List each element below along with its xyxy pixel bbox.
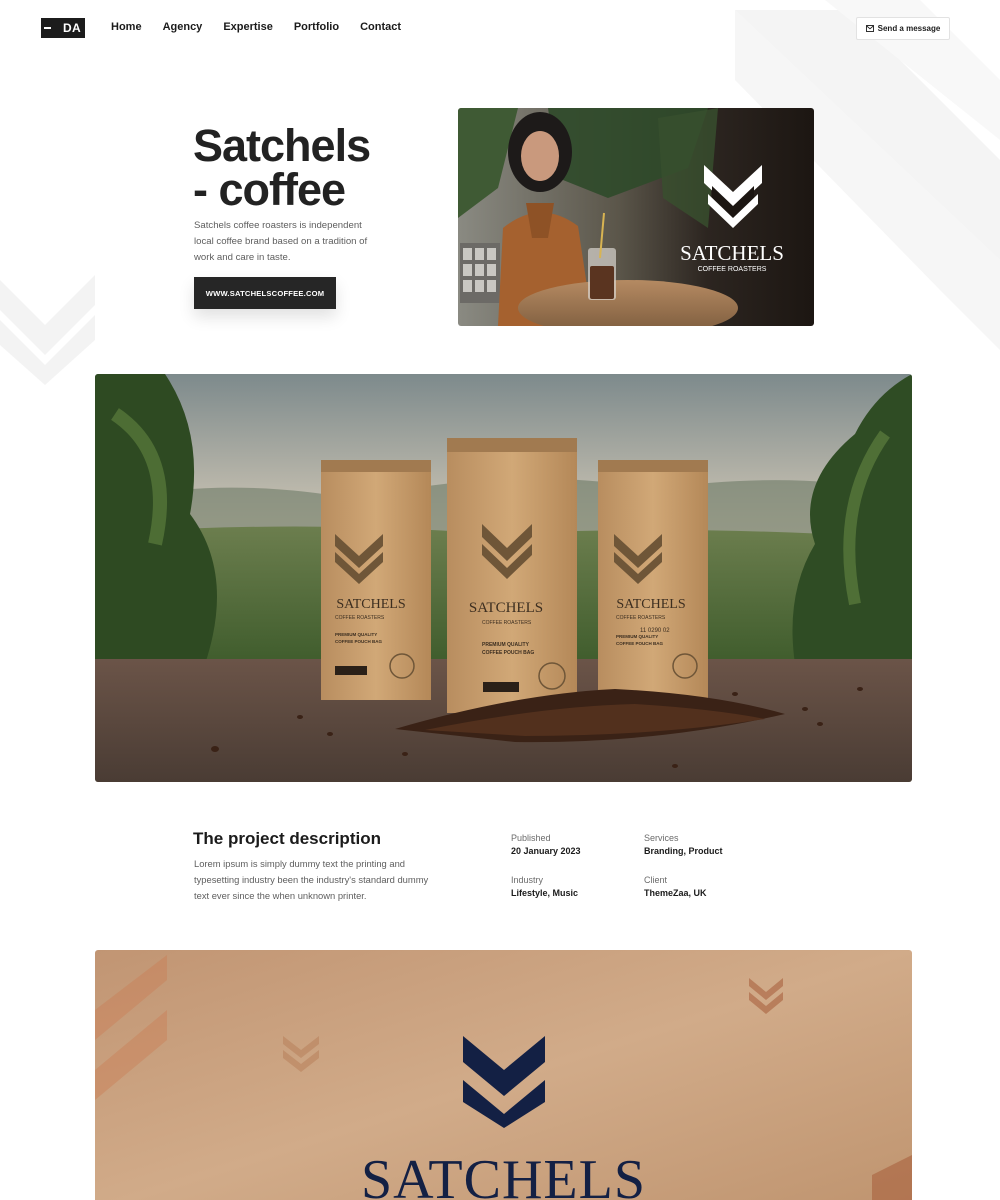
bag-right-type: COFFEE POUCH BAG	[616, 641, 664, 646]
site-logo[interactable]: DA	[41, 18, 85, 38]
hero-description: Satchels coffee roasters is independent …	[194, 220, 368, 263]
main-nav: Home Agency Expertise Portfolio Contact	[111, 21, 401, 33]
brand-wordmark: SATCHELS	[361, 1149, 646, 1200]
meta-value: 20 January 2023	[511, 846, 581, 856]
coffee-bag-center: SATCHELS COFFEE ROASTERS PREMIUM QUALITY…	[447, 438, 577, 713]
meta-value: Lifestyle, Music	[511, 888, 579, 898]
meta-published: Published 20 January 2023	[511, 832, 581, 858]
logo-text: DA	[63, 21, 81, 35]
background-chevron-decoration-left	[0, 275, 95, 385]
send-message-button[interactable]: Send a message	[856, 17, 950, 40]
nav-portfolio[interactable]: Portfolio	[294, 21, 339, 33]
project-description-text: Lorem ipsum is simply dummy text the pri…	[194, 858, 429, 901]
bag-right-sub: COFFEE ROASTERS	[616, 615, 666, 621]
nav-contact[interactable]: Contact	[360, 21, 401, 33]
website-link-button[interactable]: WWW.SATCHELSCOFFEE.COM	[194, 277, 336, 309]
logo-dash	[44, 27, 51, 29]
product-photo: SATCHELS COFFEE ROASTERS PREMIUM QUALITY…	[95, 374, 912, 782]
meta-value: Branding, Product	[644, 846, 723, 856]
send-message-label: Send a message	[877, 24, 941, 33]
coffee-bags-image: SATCHELS COFFEE ROASTERS PREMIUM QUALITY…	[95, 374, 912, 782]
meta-services: Services Branding, Product	[644, 832, 723, 858]
meta-industry: Industry Lifestyle, Music	[511, 874, 578, 900]
bag-right-brand: SATCHELS	[616, 597, 685, 612]
top-navigation: DA Home Agency Expertise Portfolio Conta…	[0, 0, 1000, 56]
photo-brand-text: SATCHELS	[680, 241, 784, 265]
bag-left-brand: SATCHELS	[336, 597, 405, 612]
bag-left-quality: PREMIUM QUALITY	[335, 632, 377, 637]
bag-left-sub: COFFEE ROASTERS	[335, 615, 385, 621]
photo-sub-text: COFFEE ROASTERS	[698, 266, 767, 273]
bag-left-type: COFFEE POUCH BAG	[335, 639, 383, 644]
envelope-icon	[865, 25, 874, 32]
bag-right-quality: PREMIUM QUALITY	[616, 634, 658, 639]
nav-expertise[interactable]: Expertise	[223, 21, 273, 33]
hero-photo: SATCHELS COFFEE ROASTERS	[458, 108, 814, 326]
coffee-bag-left: SATCHELS COFFEE ROASTERS PREMIUM QUALITY…	[321, 460, 431, 700]
title-line-2: - coffee	[193, 164, 346, 215]
nav-home[interactable]: Home	[111, 21, 142, 33]
bag-center-sub: COFFEE ROASTERS	[482, 620, 532, 626]
meta-client: Client ThemeZaa, UK	[644, 874, 707, 900]
meta-value: ThemeZaa, UK	[644, 888, 707, 898]
bag-center-type: COFFEE POUCH BAG	[482, 650, 534, 656]
meta-label: Client	[644, 875, 668, 885]
meta-label: Industry	[511, 875, 544, 885]
bag-center-quality: PREMIUM QUALITY	[482, 642, 530, 648]
bag-center-brand: SATCHELS	[469, 600, 543, 616]
cafe-scene-image: SATCHELS COFFEE ROASTERS	[458, 108, 814, 326]
coffee-bag-right: SATCHELS COFFEE ROASTERS 11 0290 02 PREM…	[598, 460, 708, 700]
page-title: Satchels - coffee	[193, 123, 423, 215]
nav-agency[interactable]: Agency	[163, 21, 203, 33]
meta-label: Services	[644, 833, 679, 843]
project-description-title: The project description	[193, 829, 381, 848]
brand-identity-panel: SATCHELS	[95, 950, 912, 1200]
meta-label: Published	[511, 833, 551, 843]
